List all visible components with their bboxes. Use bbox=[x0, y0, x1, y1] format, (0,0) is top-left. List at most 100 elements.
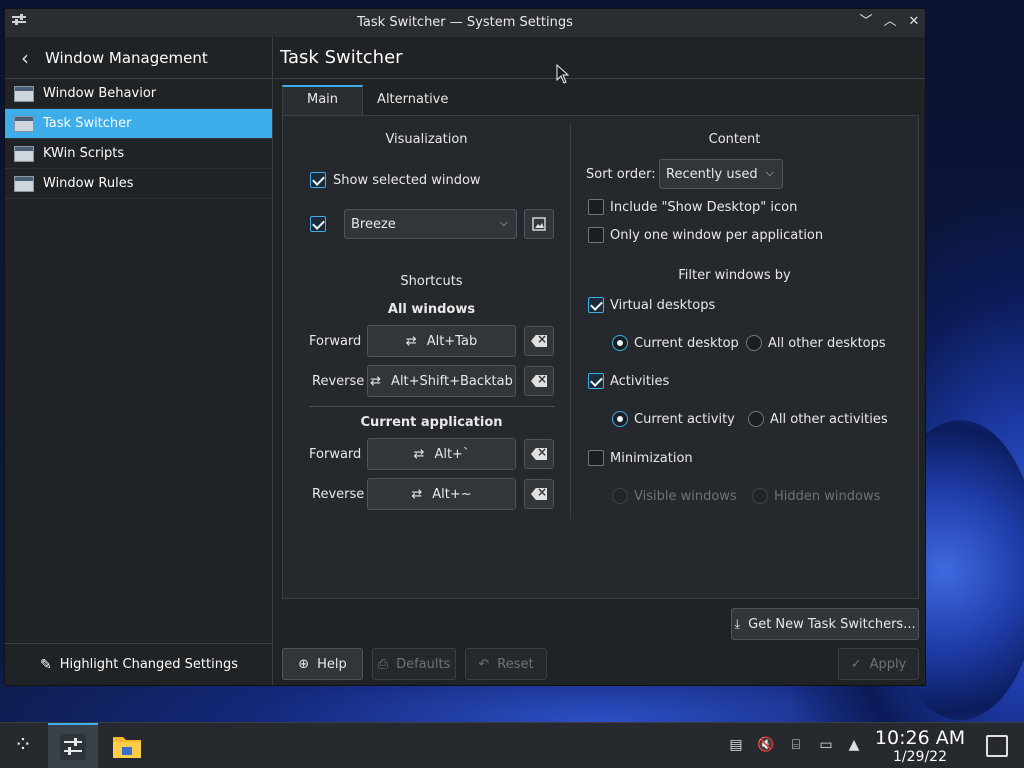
clock-time: 10:26 AM bbox=[874, 727, 966, 749]
visible-windows-radio[interactable] bbox=[612, 488, 628, 504]
app-forward-shortcut-button[interactable]: ⇄ Alt+` bbox=[367, 438, 516, 470]
visualization-header: Visualization bbox=[385, 132, 468, 147]
shortcut-value: Alt+` bbox=[434, 446, 470, 462]
current-desktop-radio[interactable] bbox=[612, 335, 628, 351]
activities-checkbox[interactable] bbox=[588, 373, 604, 389]
usb-device-icon[interactable]: ⌸ bbox=[786, 735, 806, 755]
script-icon bbox=[14, 145, 34, 162]
app-reverse-shortcut-button[interactable]: ⇄ Alt+~ bbox=[367, 478, 516, 510]
window-icon bbox=[14, 115, 34, 132]
main-content: Task Switcher Main Alternative Visualiza… bbox=[274, 37, 925, 685]
maximize-button[interactable]: ︿ bbox=[881, 13, 899, 31]
all-other-activities-radio[interactable] bbox=[748, 411, 764, 427]
help-label: Help bbox=[317, 656, 347, 672]
one-window-per-app-label: Only one window per application bbox=[610, 228, 824, 243]
all-other-desktops-label: All other desktops bbox=[768, 336, 886, 351]
virtual-desktops-checkbox[interactable] bbox=[588, 297, 604, 313]
title-bar[interactable]: Task Switcher — System Settings ﹀ ︿ ✕ bbox=[5, 9, 925, 37]
clipboard-icon[interactable]: ▤ bbox=[726, 735, 746, 755]
get-new-label: Get New Task Switchers... bbox=[748, 616, 916, 632]
show-selected-window-checkbox[interactable] bbox=[310, 172, 326, 188]
window-icon bbox=[14, 175, 34, 192]
reset-button[interactable]: ↶ Reset bbox=[465, 648, 547, 680]
sidebar-item-kwin-scripts[interactable]: KWin Scripts bbox=[5, 139, 272, 169]
minimize-button[interactable]: ﹀ bbox=[857, 13, 875, 31]
shortcuts-header: Shortcuts bbox=[400, 274, 463, 289]
activities-label: Activities bbox=[610, 374, 670, 389]
preview-image-button[interactable] bbox=[524, 209, 554, 239]
theme-combo[interactable]: Breeze ⌵ bbox=[344, 209, 517, 239]
volume-muted-icon[interactable]: 🔇 bbox=[756, 735, 776, 755]
shortcut-value: Alt+~ bbox=[432, 486, 472, 502]
sidebar-item-label: Window Behavior bbox=[43, 86, 157, 101]
include-show-desktop-label: Include "Show Desktop" icon bbox=[610, 200, 798, 215]
chevron-down-icon: ⌵ bbox=[499, 216, 508, 229]
all-other-activities-label: All other activities bbox=[770, 412, 888, 427]
clock[interactable]: 10:26 AM 1/29/22 bbox=[872, 727, 968, 765]
all-windows-forward-shortcut-button[interactable]: ⇄ Alt+Tab bbox=[367, 325, 516, 357]
defaults-button[interactable]: ⎙ Defaults bbox=[372, 648, 456, 680]
chevron-down-icon: ⌵ bbox=[765, 166, 774, 179]
sidebar-item-window-rules[interactable]: Window Rules bbox=[5, 169, 272, 199]
sidebar: ‹ Window Management Window Behavior Task… bbox=[5, 37, 273, 685]
sidebar-item-window-behavior[interactable]: Window Behavior bbox=[5, 79, 272, 109]
task-file-manager[interactable] bbox=[102, 723, 152, 768]
system-settings-window: Task Switcher — System Settings ﹀ ︿ ✕ ‹ … bbox=[4, 8, 926, 686]
mouse-cursor-icon bbox=[556, 64, 570, 84]
theme-combo-value: Breeze bbox=[351, 216, 396, 232]
forward-label: Forward bbox=[309, 447, 362, 462]
tab-main[interactable]: Main bbox=[282, 85, 364, 115]
chevron-up-icon[interactable]: ▲ bbox=[844, 735, 864, 755]
download-icon: ⤓ bbox=[734, 616, 741, 632]
shortcut-icon: ⇄ bbox=[413, 446, 425, 462]
show-desktop-button[interactable] bbox=[986, 735, 1008, 757]
back-arrow-icon[interactable]: ‹ bbox=[5, 46, 45, 70]
all-other-desktops-radio[interactable] bbox=[746, 335, 762, 351]
help-button[interactable]: ⊕ Help bbox=[282, 648, 363, 680]
help-icon: ⊕ bbox=[298, 656, 310, 672]
all-windows-reverse-shortcut-button[interactable]: ⇄ Alt+Shift+Backtab bbox=[367, 365, 516, 397]
sidebar-header[interactable]: ‹ Window Management bbox=[5, 37, 272, 79]
include-show-desktop-checkbox[interactable] bbox=[588, 199, 604, 215]
sidebar-header-label: Window Management bbox=[45, 48, 208, 67]
task-system-settings[interactable] bbox=[48, 723, 98, 768]
tab-panel: Visualization Show selected window Breez… bbox=[282, 115, 919, 599]
clock-date: 1/29/22 bbox=[893, 749, 947, 765]
clear-shortcut-button[interactable] bbox=[524, 479, 554, 509]
clear-shortcut-button[interactable] bbox=[524, 439, 554, 469]
sort-order-combo[interactable]: Recently used ⌵ bbox=[659, 159, 783, 189]
shortcut-icon: ⇄ bbox=[370, 373, 382, 389]
shortcut-value: Alt+Tab bbox=[426, 333, 478, 349]
tab-alternative[interactable]: Alternative bbox=[363, 85, 462, 115]
content-header: Content bbox=[708, 132, 761, 147]
filter-windows-header: Filter windows by bbox=[678, 268, 791, 283]
minimization-label: Minimization bbox=[610, 451, 693, 466]
visible-windows-label: Visible windows bbox=[634, 489, 737, 504]
defaults-label: Defaults bbox=[396, 656, 451, 672]
theme-enabled-checkbox[interactable] bbox=[310, 216, 326, 232]
shortcut-icon: ⇄ bbox=[411, 486, 423, 502]
apply-button[interactable]: ✓ Apply bbox=[838, 648, 919, 680]
shortcut-value: Alt+Shift+Backtab bbox=[391, 373, 513, 389]
current-activity-radio[interactable] bbox=[612, 411, 628, 427]
virtual-desktops-label: Virtual desktops bbox=[610, 298, 716, 313]
clear-icon bbox=[531, 335, 547, 347]
network-icon[interactable]: ▭ bbox=[816, 735, 836, 755]
clear-shortcut-button[interactable] bbox=[524, 326, 554, 356]
application-launcher-icon[interactable]: ⁘ bbox=[6, 729, 40, 763]
page-title: Task Switcher bbox=[280, 47, 403, 68]
hidden-windows-label: Hidden windows bbox=[774, 489, 881, 504]
minimization-checkbox[interactable] bbox=[588, 450, 604, 466]
close-button[interactable]: ✕ bbox=[905, 13, 923, 31]
current-desktop-label: Current desktop bbox=[634, 336, 739, 351]
one-window-per-app-checkbox[interactable] bbox=[588, 227, 604, 243]
settings-app-icon bbox=[60, 734, 86, 760]
image-icon bbox=[532, 217, 546, 231]
sidebar-item-task-switcher[interactable]: Task Switcher bbox=[5, 109, 272, 139]
tab-bar: Main Alternative bbox=[282, 85, 462, 115]
highlight-changed-settings-button[interactable]: ✎ Highlight Changed Settings bbox=[5, 643, 273, 685]
clear-shortcut-button[interactable] bbox=[524, 366, 554, 396]
window-title: Task Switcher — System Settings bbox=[357, 15, 573, 30]
get-new-task-switchers-button[interactable]: ⤓ Get New Task Switchers... bbox=[731, 608, 919, 640]
hidden-windows-radio[interactable] bbox=[752, 488, 768, 504]
